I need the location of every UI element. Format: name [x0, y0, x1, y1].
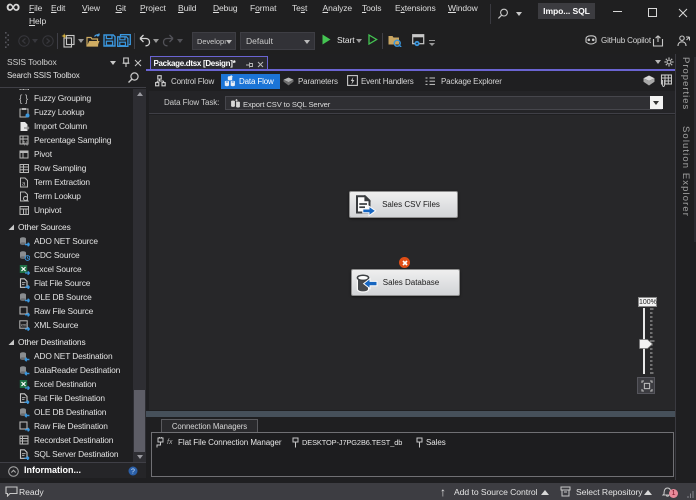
svg-text:?: ? [131, 469, 135, 476]
svg-text:xml: xml [21, 322, 28, 327]
svg-text:%: % [23, 142, 29, 147]
svg-text:{ }: { } [19, 94, 29, 104]
